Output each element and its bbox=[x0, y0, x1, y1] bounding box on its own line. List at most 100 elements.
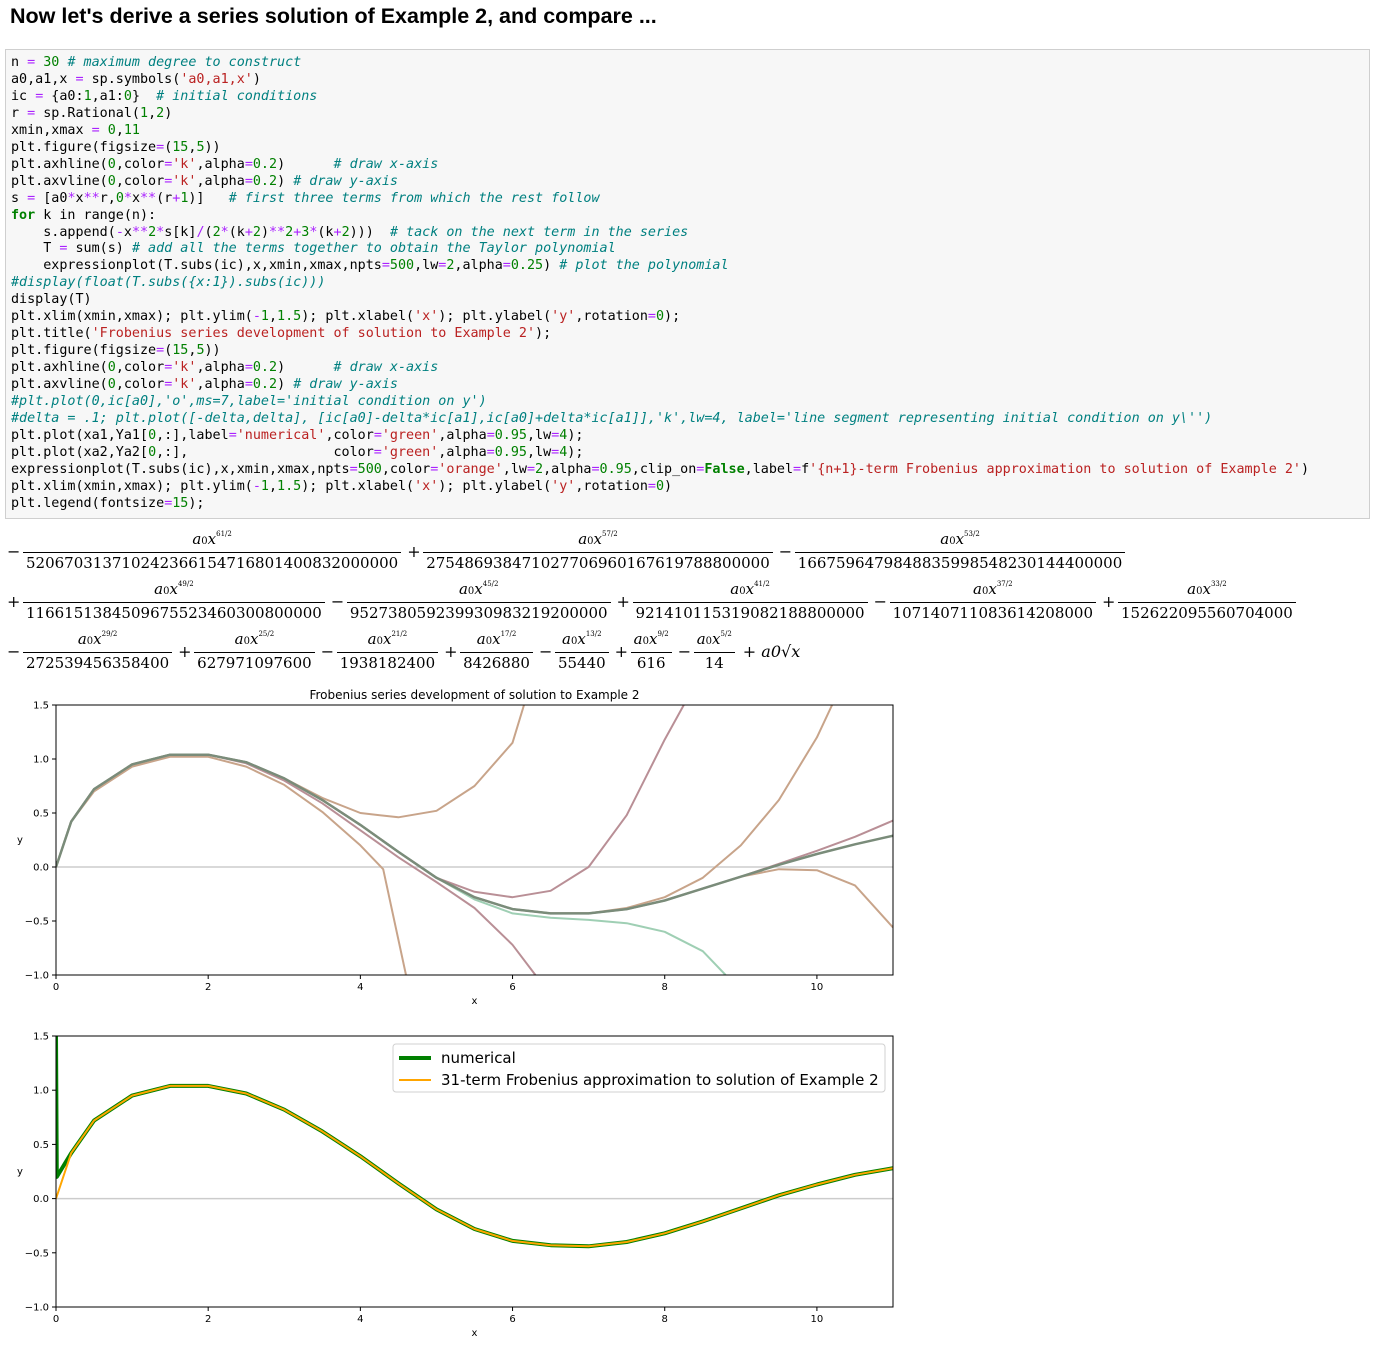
y-tick-label: −0.5 bbox=[25, 917, 49, 928]
code-line[interactable]: n = 30 # maximum degree to construct bbox=[11, 55, 301, 70]
x-tick-label: 4 bbox=[357, 1314, 363, 1325]
term-sign: + bbox=[1102, 592, 1116, 611]
term-denominator: 275486938471027706960167619788800000 bbox=[426, 554, 770, 572]
code-line[interactable]: r = sp.Rational(1,2) bbox=[11, 106, 172, 121]
term-denominator: 616 bbox=[636, 654, 666, 672]
term-denominator: 1667596479848835998548230144400000 bbox=[797, 554, 1123, 572]
series-line-1 bbox=[56, 755, 407, 975]
x-tick-label: 4 bbox=[357, 982, 363, 993]
code-line[interactable]: plt.xlim(xmin,xmax); plt.ylim(-1,1.5); p… bbox=[11, 309, 680, 324]
code-line[interactable]: plt.axvline(0,color='k',alpha=0.2) # dra… bbox=[11, 174, 398, 189]
term-sign: + bbox=[616, 592, 630, 611]
term-sign: + bbox=[444, 642, 458, 661]
series-term: a0x33/2 152622095560704000 bbox=[1118, 574, 1296, 623]
y-axis-label: y bbox=[17, 1167, 23, 1178]
term-numerator: a0x41/2 bbox=[632, 574, 868, 603]
x-tick-label: 8 bbox=[662, 1314, 668, 1325]
series-term: a0x57/2 275486938471027706960167619788800… bbox=[423, 524, 773, 573]
term-numerator: a0x49/2 bbox=[23, 574, 325, 603]
term-denominator: 1166151384509675523460300800000 bbox=[26, 604, 322, 622]
y-axis-label: y bbox=[17, 835, 23, 846]
term-sign: − bbox=[538, 642, 553, 661]
term-denominator: 921410115319082188800000 bbox=[635, 604, 865, 622]
code-line[interactable]: plt.xlim(xmin,xmax); plt.ylim(-1,1.5); p… bbox=[11, 479, 672, 494]
term-denominator: 14 bbox=[704, 654, 724, 672]
x-tick-label: 0 bbox=[53, 982, 59, 993]
y-tick-label: 0.5 bbox=[33, 809, 49, 820]
y-tick-label: 1.5 bbox=[33, 1032, 49, 1043]
term-denominator: 8426880 bbox=[463, 654, 530, 672]
term-sign: − bbox=[7, 542, 21, 561]
series-line-3 bbox=[56, 705, 525, 868]
chart-frobenius-development: 0 2 4 6 8 10 1.5 1.0 0.5 0.0 −0.5 −1.0 x y Frobenius s… bbox=[0, 684, 900, 1014]
code-line[interactable]: s.append(-x**2*s[k]/(2*(k+2)**2+3*(k+2))… bbox=[11, 225, 688, 240]
term-denominator: 1938182400 bbox=[339, 654, 436, 672]
code-cell[interactable]: n = 30 # maximum degree to construct a0,… bbox=[5, 49, 1370, 519]
x-tick-label: 2 bbox=[205, 982, 211, 993]
x-tick-label: 2 bbox=[205, 1314, 211, 1325]
series-line-4 bbox=[56, 705, 685, 899]
code-line[interactable]: plt.title('Frobenius series development … bbox=[11, 326, 551, 341]
code-line[interactable]: plt.legend(fontsize=15); bbox=[11, 496, 205, 511]
term-numerator: a0x33/2 bbox=[1118, 574, 1296, 603]
code-line[interactable]: expressionplot(T.subs(ic),x,xmin,xmax,np… bbox=[11, 462, 1309, 477]
y-tick-label: 1.0 bbox=[33, 1086, 49, 1097]
series-line-2 bbox=[56, 753, 537, 975]
y-tick-label: 0.5 bbox=[33, 1140, 49, 1151]
code-line[interactable]: plt.plot(xa2,Ya2[0,:], color='green',alp… bbox=[11, 445, 583, 460]
code-line[interactable]: plt.figure(figsize=(15,5)) bbox=[11, 140, 221, 155]
term-denominator: 520670313710242366154716801400832000000 bbox=[26, 554, 399, 572]
term-denominator: 55440 bbox=[557, 654, 606, 672]
code-line[interactable]: plt.figure(figsize=(15,5)) bbox=[11, 343, 221, 358]
code-line[interactable]: a0,a1,x = sp.symbols('a0,a1,x') bbox=[11, 72, 261, 87]
code-line[interactable]: #delta = .1; plt.plot([-delta,delta], [i… bbox=[11, 411, 1212, 426]
chart-svg-2: 0 2 4 6 8 10 1.5 1.0 0.5 0.0 −0.5 −1.0 x y numerical 31… bbox=[17, 1032, 894, 1339]
legend-label: numerical bbox=[441, 1049, 516, 1067]
term-numerator: a0x61/2 bbox=[23, 524, 402, 553]
x-tick-label: 6 bbox=[509, 1314, 515, 1325]
term-numerator: a0x37/2 bbox=[889, 574, 1097, 603]
sympy-output: − a0x61/2 52067031371024236615471680140083… bbox=[5, 522, 1296, 682]
code-line[interactable]: plt.axhline(0,color='k',alpha=0.2) # dra… bbox=[11, 157, 438, 172]
term-sign: + bbox=[7, 592, 21, 611]
series-term: a0x37/2 107140711083614208000 bbox=[889, 574, 1097, 623]
term-numerator: a0x21/2 bbox=[336, 624, 439, 653]
code-line[interactable]: #plt.plot(0,ic[a0],'o',ms=7,label='initi… bbox=[11, 394, 487, 409]
series-term: a0x21/2 1938182400 bbox=[336, 624, 439, 673]
code-line[interactable]: T = sum(s) # add all the terms together … bbox=[11, 241, 615, 256]
term-denominator: 952738059239930983219200000 bbox=[349, 604, 608, 622]
code-line[interactable]: plt.axhline(0,color='k',alpha=0.2) # dra… bbox=[11, 360, 438, 375]
x-tick-label: 10 bbox=[811, 982, 824, 993]
code-line[interactable]: expressionplot(T.subs(ic),x,xmin,xmax,np… bbox=[11, 258, 728, 273]
term-numerator: a0x17/2 bbox=[460, 624, 533, 653]
term-numerator: a0x25/2 bbox=[194, 624, 315, 653]
code-editor[interactable]: n = 30 # maximum degree to construct a0,… bbox=[11, 55, 1309, 513]
series-line-5 bbox=[56, 753, 727, 975]
x-axis-label: x bbox=[472, 1328, 478, 1339]
series-term: a0x29/2 272539456358400 bbox=[23, 624, 173, 673]
x-tick-label: 10 bbox=[811, 1314, 824, 1325]
series-term: a0x5/2 14 bbox=[693, 624, 735, 673]
term-sign: − bbox=[320, 642, 335, 661]
term-sign: − bbox=[677, 642, 692, 661]
y-tick-label: −1.0 bbox=[25, 1303, 49, 1314]
code-line[interactable]: #display(float(T.subs({x:1}).subs(ic))) bbox=[11, 275, 325, 290]
chart-title: Frobenius series development of solution… bbox=[309, 688, 639, 702]
x-tick-label: 0 bbox=[53, 1314, 59, 1325]
chart-svg-1: 0 2 4 6 8 10 1.5 1.0 0.5 0.0 −0.5 −1.0 x y Frobenius s… bbox=[17, 688, 894, 1007]
code-line[interactable]: xmin,xmax = 0,11 bbox=[11, 123, 140, 138]
term-numerator: a0x29/2 bbox=[23, 624, 173, 653]
term-numerator: a0x45/2 bbox=[346, 574, 611, 603]
code-line[interactable]: ic = {a0:1,a1:0} # initial conditions bbox=[11, 89, 317, 104]
series-term: a0x9/2 616 bbox=[630, 624, 672, 673]
code-line[interactable]: plt.plot(xa1,Ya1[0,:],label='numerical',… bbox=[11, 428, 583, 443]
series-term: a0x61/2 520670313710242366154716801400832… bbox=[23, 524, 402, 573]
series-term: a0x45/2 952738059239930983219200000 bbox=[346, 574, 611, 623]
series-term: a0x25/2 627971097600 bbox=[194, 624, 315, 673]
code-line[interactable]: plt.axvline(0,color='k',alpha=0.2) # dra… bbox=[11, 377, 398, 392]
series-line-7 bbox=[56, 753, 893, 915]
code-line[interactable]: for k in range(n): bbox=[11, 208, 156, 223]
code-line[interactable]: s = [a0*x**r,0*x**(r+1)] # first three t… bbox=[11, 191, 600, 206]
series-line-2 bbox=[56, 1084, 893, 1248]
code-line[interactable]: display(T) bbox=[11, 292, 92, 307]
